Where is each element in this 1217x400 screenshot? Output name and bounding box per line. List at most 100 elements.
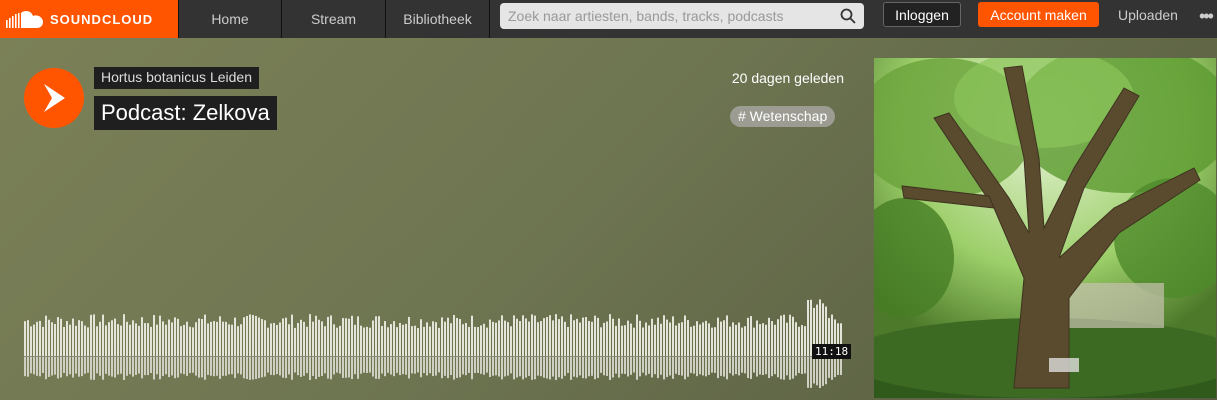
waveform-bar [630, 323, 632, 356]
waveform-bar-reflection [474, 357, 476, 374]
waveform-bar [633, 327, 635, 356]
waveform-bar-reflection [663, 357, 665, 380]
waveform-bar [417, 327, 419, 356]
waveform-bar [87, 327, 89, 356]
genre-tag[interactable]: # Wetenschap [730, 106, 836, 127]
play-button[interactable] [24, 68, 84, 128]
waveform-bar-reflection [525, 357, 527, 378]
nav-stream[interactable]: Stream [282, 0, 386, 38]
nav-library[interactable]: Bibliotheek [386, 0, 490, 38]
waveform-bar [549, 315, 551, 356]
waveform-bar-reflection [216, 357, 218, 376]
waveform-bar [702, 322, 704, 356]
waveform-bar [270, 323, 272, 356]
waveform-bar-reflection [522, 357, 524, 380]
waveform-bar [138, 325, 140, 356]
waveform-bar [657, 317, 659, 356]
waveform-bar-reflection [423, 357, 425, 374]
soundcloud-logo[interactable]: SOUNDCLOUD [0, 0, 178, 38]
cover-art [874, 58, 1216, 398]
waveform-bar [342, 318, 344, 356]
waveform-bar [369, 327, 371, 356]
waveform-bar [627, 320, 629, 356]
waveform-bar-reflection [330, 357, 332, 380]
waveform-bar [264, 320, 266, 356]
waveform-bar [321, 321, 323, 356]
waveform-bar-reflection [186, 357, 188, 376]
waveform-bar [42, 326, 44, 356]
posted-date: 20 dagen geleden [731, 70, 844, 86]
waveform-bar [807, 299, 809, 356]
waveform-bar [339, 325, 341, 356]
track-hero: Hortus botanicus Leiden Podcast: Zelkova… [0, 38, 1217, 400]
waveform-bar [801, 325, 803, 356]
waveform-bar [204, 314, 206, 356]
waveform-bar-reflection [96, 357, 98, 374]
waveform-bar [201, 318, 203, 356]
waveform-bar [687, 320, 689, 356]
upload-link[interactable]: Uploaden [1118, 7, 1178, 23]
waveform-bar-reflection [405, 357, 407, 375]
waveform-bar-reflection [507, 357, 509, 376]
waveform-bar [354, 324, 356, 356]
waveform-bar-reflection [135, 357, 137, 375]
waveform-bar [537, 322, 539, 356]
waveform-bar-reflection [369, 357, 371, 373]
waveform-bar-reflection [33, 357, 35, 375]
waveform-bar-reflection [165, 357, 167, 375]
waveform[interactable] [24, 286, 844, 388]
waveform-bar [444, 321, 446, 356]
waveform-bar [579, 322, 581, 356]
waveform-bar-reflection [468, 357, 470, 373]
waveform-bar [558, 319, 560, 356]
waveform-bar-reflection [465, 357, 467, 376]
waveform-bar-reflection [558, 357, 560, 378]
waveform-bar [117, 324, 119, 356]
waveform-bar-reflection [543, 357, 545, 378]
waveform-bar [315, 315, 317, 356]
waveform-bar [231, 324, 233, 356]
waveform-bar [108, 322, 110, 356]
waveform-bar [615, 325, 617, 356]
waveform-bar-reflection [240, 357, 242, 375]
create-account-button[interactable]: Account maken [978, 2, 1099, 27]
waveform-baseline [24, 356, 844, 357]
waveform-bar [381, 325, 383, 356]
waveform-bar-reflection [243, 357, 245, 379]
waveform-bar-reflection [567, 357, 569, 373]
waveform-bar [303, 321, 305, 356]
login-button[interactable]: Inloggen [883, 2, 961, 27]
waveform-bar-reflection [339, 357, 341, 374]
soundcloud-cloud-icon [6, 11, 43, 28]
waveform-bar-reflection [90, 357, 92, 380]
nav-home[interactable]: Home [178, 0, 282, 38]
search-icon[interactable] [840, 8, 856, 24]
waveform-bar-reflection [579, 357, 581, 376]
artist-name[interactable]: Hortus botanicus Leiden [94, 67, 259, 89]
waveform-bar [252, 315, 254, 356]
waveform-bar [642, 327, 644, 356]
waveform-bar [672, 316, 674, 356]
waveform-bar-reflection [174, 357, 176, 379]
waveform-bar-reflection [441, 357, 443, 379]
waveform-bar-reflection [297, 357, 299, 376]
waveform-bar-reflection [420, 357, 422, 378]
waveform-bar [606, 321, 608, 356]
waveform-bar [399, 323, 401, 356]
waveform-bar [312, 321, 314, 356]
waveform-bar-reflection [774, 357, 776, 375]
waveform-bar-reflection [642, 357, 644, 373]
waveform-bar-reflection [684, 357, 686, 380]
waveform-bar [240, 324, 242, 356]
search-input[interactable] [508, 8, 828, 24]
main-nav: Home Stream Bibliotheek [178, 0, 490, 38]
waveform-bar-reflection [183, 357, 185, 375]
waveform-bar [57, 317, 59, 356]
waveform-bar [585, 317, 587, 356]
waveform-bar [81, 321, 83, 356]
waveform-bar [285, 317, 287, 356]
waveform-bar-reflection [708, 357, 710, 375]
more-icon[interactable]: ••• [1199, 7, 1214, 25]
waveform-bar-reflection [36, 357, 38, 376]
waveform-bar-reflection [261, 357, 263, 378]
